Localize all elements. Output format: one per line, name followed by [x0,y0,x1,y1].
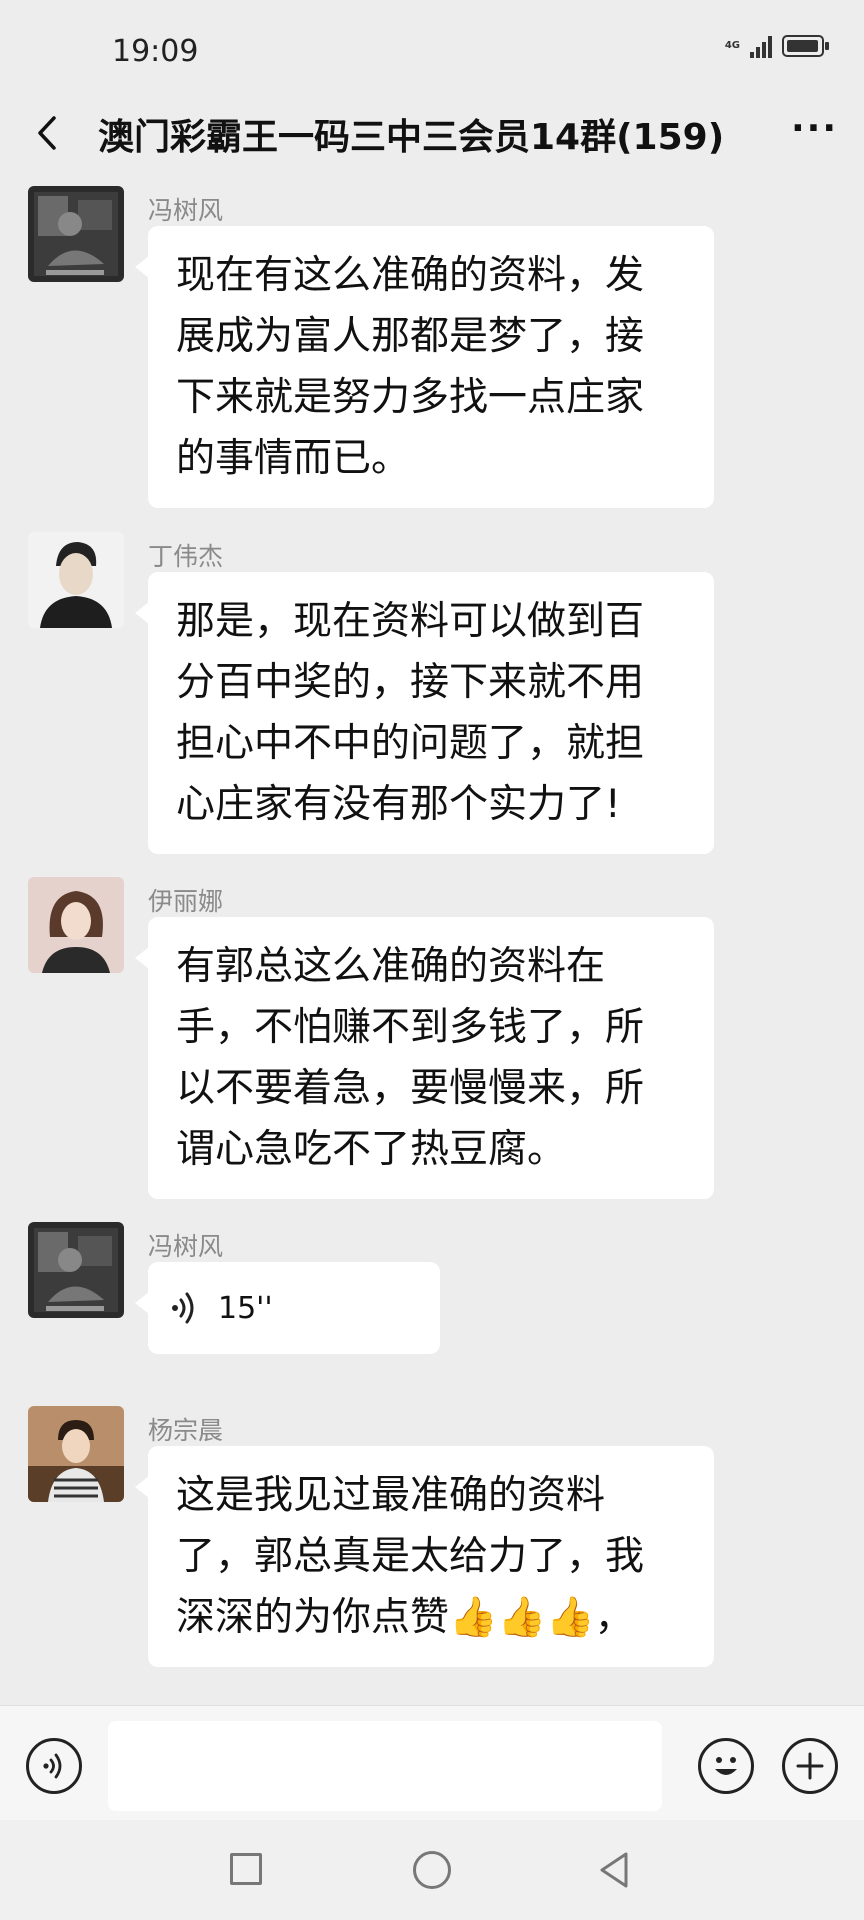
status-icons: 4G [724,34,829,58]
add-button[interactable] [782,1738,838,1794]
message-bubble[interactable]: 有郭总这么准确的资料在 手，不怕赚不到多钱了，所 以不要着急，要慢慢来，所 谓心… [135,917,714,1199]
more-button[interactable]: ··· [791,108,838,149]
avatar[interactable] [28,877,124,973]
chat-header: 澳门彩霸王一码三中三会员14群(159) ··· [0,100,864,166]
sender-name: 冯树风 [148,196,224,225]
signal-icon [750,34,772,58]
avatar[interactable] [28,186,124,282]
message-input[interactable] [108,1721,662,1811]
back-button[interactable] [28,112,68,154]
voice-duration: 15'' [218,1290,273,1326]
chat-input-bar [0,1705,864,1821]
sender-name: 丁伟杰 [148,542,224,571]
recent-apps-button[interactable] [230,1853,262,1885]
avatar[interactable] [28,1222,124,1318]
system-nav-bar [0,1820,864,1920]
status-bar: 19:09 4G [0,0,864,100]
nav-back-button[interactable] [596,1850,632,1890]
avatar[interactable] [28,532,124,628]
voice-input-icon [43,1753,62,1779]
status-time: 19:09 [112,34,199,69]
network-type: 4G [724,40,740,51]
emoji-icon [715,1757,737,1775]
message-bubble[interactable]: 这是我见过最准确的资料 了，郭总真是太给力了，我 深深的为你点赞👍👍👍， [135,1446,714,1667]
chevron-left-icon [38,116,56,150]
message-bubble[interactable]: 现在有这么准确的资料，发 展成为富人那都是梦了，接 下来就是努力多找一点庄家 的… [135,226,714,508]
plus-icon [796,1752,824,1780]
message-bubble[interactable]: 那是，现在资料可以做到百 分百中奖的，接下来就不用 担心中不中的问题了，就担 心… [135,572,714,854]
home-button[interactable] [413,1851,451,1889]
voice-input-button[interactable] [26,1738,82,1794]
chat-title: 澳门彩霸王一码三中三会员14群(159) [98,117,725,158]
avatar[interactable] [28,1406,124,1502]
voice-message-bubble[interactable]: 15'' [135,1262,440,1354]
sender-name: 冯树风 [148,1232,224,1261]
sender-name: 伊丽娜 [148,887,224,916]
battery-icon [782,35,829,57]
back-triangle-icon [600,1852,628,1888]
voice-wave-icon [172,1292,194,1324]
emoji-button[interactable] [698,1738,754,1794]
sender-name: 杨宗晨 [148,1416,224,1445]
